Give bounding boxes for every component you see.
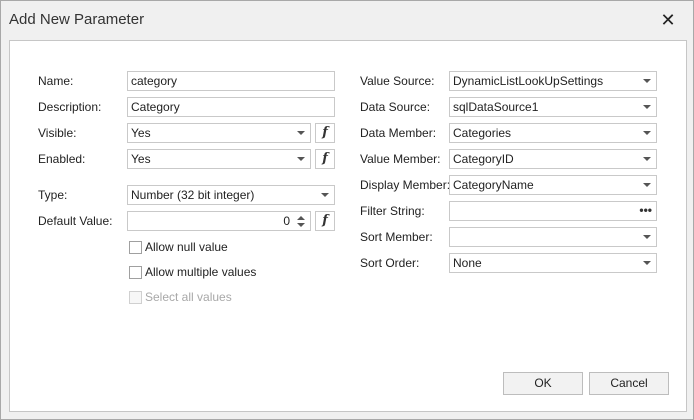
display-member-value: CategoryName bbox=[453, 178, 534, 192]
enabled-expression-button[interactable]: f bbox=[315, 149, 335, 169]
sort-order-label: Sort Order: bbox=[360, 256, 420, 270]
sort-member-dropdown[interactable] bbox=[449, 227, 657, 247]
allow-null-label: Allow null value bbox=[145, 240, 228, 254]
value-source-dropdown[interactable]: DynamicListLookUpSettings bbox=[449, 71, 657, 91]
data-member-label: Data Member: bbox=[360, 126, 437, 140]
select-all-label: Select all values bbox=[145, 290, 232, 304]
allow-null-checkbox[interactable] bbox=[129, 241, 142, 254]
chevron-down-icon bbox=[643, 105, 651, 109]
default-value-expression-button[interactable]: f bbox=[315, 211, 335, 231]
select-all-checkbox bbox=[129, 291, 142, 304]
default-value: 0 bbox=[283, 214, 290, 228]
visible-value: Yes bbox=[131, 126, 151, 140]
add-parameter-dialog: Add New Parameter ✕ Name: category Descr… bbox=[0, 0, 694, 420]
description-value: Category bbox=[131, 100, 180, 114]
display-member-label: Display Member: bbox=[360, 178, 451, 192]
description-input[interactable]: Category bbox=[127, 97, 335, 117]
chevron-down-icon bbox=[321, 193, 329, 197]
dialog-title: Add New Parameter bbox=[9, 11, 145, 28]
chevron-down-icon bbox=[643, 79, 651, 83]
enabled-value: Yes bbox=[131, 152, 151, 166]
chevron-down-icon bbox=[297, 131, 305, 135]
name-label: Name: bbox=[38, 74, 74, 88]
value-member-dropdown[interactable]: CategoryID bbox=[449, 149, 657, 169]
data-member-value: Categories bbox=[453, 126, 512, 140]
sort-order-dropdown[interactable]: None bbox=[449, 253, 657, 273]
value-source-label: Value Source: bbox=[360, 74, 435, 88]
sort-order-value: None bbox=[453, 256, 482, 270]
default-value-label: Default Value: bbox=[38, 214, 113, 228]
default-value-spinner[interactable]: 0 bbox=[127, 211, 311, 231]
data-member-dropdown[interactable]: Categories bbox=[449, 123, 657, 143]
ok-button[interactable]: OK bbox=[503, 372, 583, 395]
dialog-body: Name: category Description: Category Vis… bbox=[9, 40, 687, 412]
close-icon[interactable]: ✕ bbox=[657, 9, 679, 31]
type-dropdown[interactable]: Number (32 bit integer) bbox=[127, 185, 335, 205]
allow-multiple-checkbox[interactable] bbox=[129, 266, 142, 279]
data-source-label: Data Source: bbox=[360, 100, 431, 114]
ellipsis-icon[interactable]: ••• bbox=[639, 202, 652, 218]
value-member-label: Value Member: bbox=[360, 152, 441, 166]
sort-member-label: Sort Member: bbox=[360, 230, 433, 244]
value-source-value: DynamicListLookUpSettings bbox=[453, 74, 604, 88]
chevron-down-icon bbox=[643, 157, 651, 161]
type-label: Type: bbox=[38, 188, 68, 202]
title-bar: Add New Parameter ✕ bbox=[1, 1, 693, 39]
spin-up-icon[interactable] bbox=[297, 216, 305, 220]
spin-down-icon[interactable] bbox=[297, 223, 305, 227]
allow-multiple-label: Allow multiple values bbox=[145, 265, 257, 279]
chevron-down-icon bbox=[297, 157, 305, 161]
chevron-down-icon bbox=[643, 235, 651, 239]
display-member-dropdown[interactable]: CategoryName bbox=[449, 175, 657, 195]
filter-string-label: Filter String: bbox=[360, 204, 425, 218]
visible-dropdown[interactable]: Yes bbox=[127, 123, 311, 143]
cancel-button[interactable]: Cancel bbox=[589, 372, 669, 395]
visible-label: Visible: bbox=[38, 126, 77, 140]
visible-expression-button[interactable]: f bbox=[315, 123, 335, 143]
enabled-label: Enabled: bbox=[38, 152, 86, 166]
name-input[interactable]: category bbox=[127, 71, 335, 91]
data-source-value: sqlDataSource1 bbox=[453, 100, 539, 114]
data-source-dropdown[interactable]: sqlDataSource1 bbox=[449, 97, 657, 117]
enabled-dropdown[interactable]: Yes bbox=[127, 149, 311, 169]
chevron-down-icon bbox=[643, 131, 651, 135]
type-value: Number (32 bit integer) bbox=[131, 188, 255, 202]
name-value: category bbox=[131, 74, 178, 88]
filter-string-input[interactable]: ••• bbox=[449, 201, 657, 221]
description-label: Description: bbox=[38, 100, 102, 114]
chevron-down-icon bbox=[643, 183, 651, 187]
chevron-down-icon bbox=[643, 261, 651, 265]
value-member-value: CategoryID bbox=[453, 152, 514, 166]
